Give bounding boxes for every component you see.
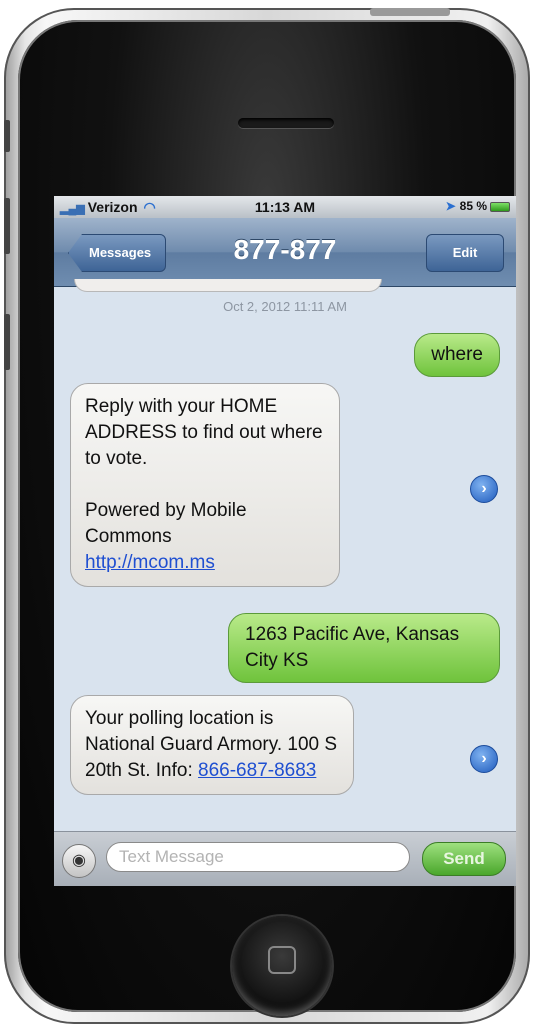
home-button-icon [268,946,296,974]
composer-bar: ◉ Send [54,831,516,886]
sleep-button [370,8,450,16]
volume-up-button [4,198,10,254]
status-right: ➤ 85 % [446,199,510,213]
message-text: Powered by Mobile Commons [85,500,247,547]
message-input[interactable] [106,842,410,872]
chevron-right-circle-icon[interactable]: › [470,745,498,773]
navigation-bar: Messages 877-877 Edit [54,218,516,287]
message-link[interactable]: http://mcom.ms [85,552,215,573]
phone-link[interactable]: 866-687-8683 [198,760,316,781]
earpiece-speaker [238,118,334,128]
location-arrow-icon: ➤ [445,199,456,213]
chevron-right-circle-icon[interactable]: › [470,475,498,503]
edit-button[interactable]: Edit [426,234,504,272]
send-button[interactable]: Send [422,842,506,876]
message-list[interactable]: Oct 2, 2012 11:11 AM where Reply with yo… [54,279,516,832]
message-text: 1263 Pacific Ave, Kansas City KS [245,624,460,671]
message-text: Reply with your HOME ADDRESS to find out… [85,396,323,469]
screen: ▂▄▆ Verizon ◠ 11:13 AM ➤ 85 % Messages 877-… [54,196,516,886]
previous-message-bubble [74,279,382,292]
message-text: where [431,344,483,365]
home-button[interactable] [232,916,332,1016]
battery-percent: 85 % [459,199,487,213]
received-message-bubble[interactable]: Reply with your HOME ADDRESS to find out… [70,383,340,587]
volume-down-button [4,314,10,370]
status-bar: ▂▄▆ Verizon ◠ 11:13 AM ➤ 85 % [54,196,516,218]
camera-icon[interactable]: ◉ [62,844,96,878]
battery-icon [490,201,510,212]
sent-message-bubble[interactable]: where [414,333,500,377]
message-timestamp: Oct 2, 2012 11:11 AM [223,299,347,314]
received-message-bubble[interactable]: Your polling location is National Guard … [70,695,354,795]
sent-message-bubble[interactable]: 1263 Pacific Ave, Kansas City KS [228,613,500,683]
mute-switch [4,120,10,152]
